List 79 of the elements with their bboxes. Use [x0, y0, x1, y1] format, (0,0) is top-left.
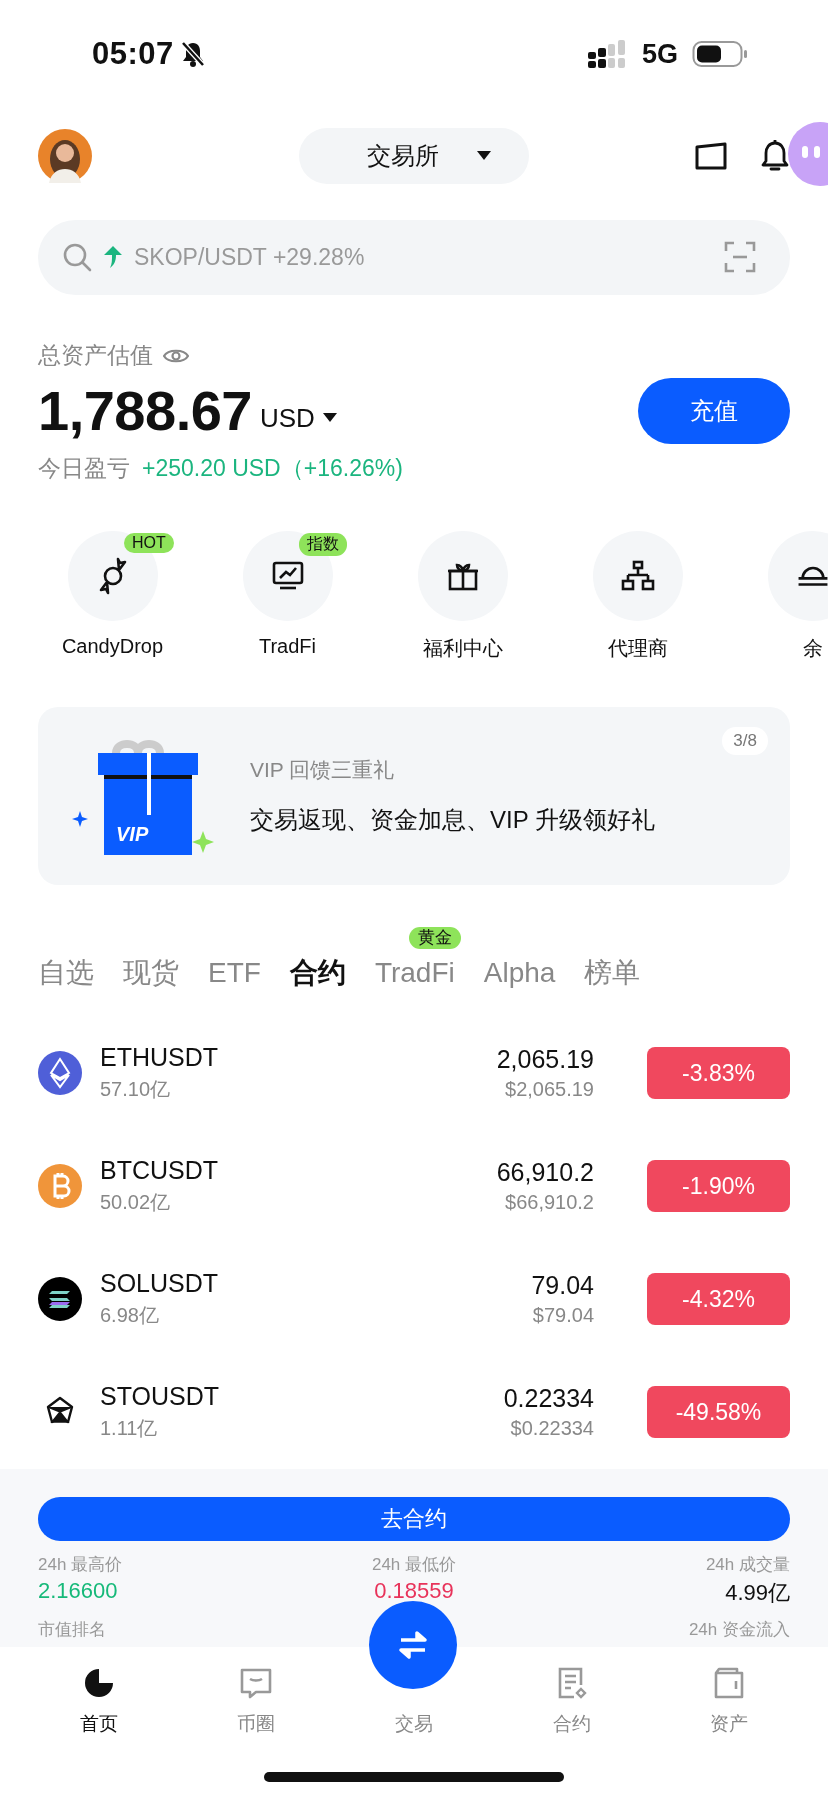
market-tab[interactable]: 合约: [289, 953, 346, 992]
price: 2,065.19: [496, 1045, 594, 1075]
search-field[interactable]: SKOP/USDT +29.28%: [38, 219, 790, 295]
total-assets-label: 总资产估值: [38, 341, 153, 371]
change-badge: -4.32%: [647, 1273, 790, 1326]
volume: 50.02亿: [100, 1190, 172, 1216]
exchange-selector[interactable]: 交易所: [299, 127, 529, 184]
search-icon[interactable]: [62, 242, 92, 273]
price: 0.22334: [503, 1384, 594, 1414]
usd-price: $79.04: [532, 1304, 594, 1328]
banner-text: 交易返现、资金加息、VIP 升级领好礼: [250, 805, 655, 836]
scale-icon: [796, 564, 828, 587]
badge: 黄金: [408, 926, 461, 949]
clock-time: 05:07: [92, 36, 174, 73]
stat-label: 24h 资金流入: [688, 1618, 790, 1641]
notification-icon[interactable]: [760, 138, 790, 173]
nav-tab[interactable]: 首页: [73, 1646, 124, 1762]
market-tab[interactable]: 榜单: [584, 953, 641, 992]
market-tab[interactable]: ETF: [208, 956, 261, 989]
pair-symbol[interactable]: BTCUSDT: [100, 1156, 479, 1186]
change-badge: -1.90%: [647, 1160, 790, 1213]
market-tab[interactable]: TradFi: [374, 956, 455, 989]
shortcut-label[interactable]: 余: [802, 634, 823, 662]
banner-title: VIP 回馈三重礼: [250, 757, 396, 784]
usd-price: $0.22334: [510, 1417, 594, 1441]
price: 79.04: [531, 1271, 594, 1301]
trend-up-icon: [104, 246, 122, 269]
nav-tab[interactable]: 资产: [704, 1646, 755, 1762]
deposit-button[interactable]: 充值: [638, 377, 790, 444]
badge: HOT: [124, 532, 174, 553]
ethereum-icon: [38, 1051, 82, 1096]
search-input[interactable]: SKOP/USDT +29.28%: [134, 243, 712, 271]
shortcut-label[interactable]: CandyDrop: [61, 634, 164, 658]
stat-label: 24h 最高价: [38, 1553, 124, 1576]
badge: 指数: [299, 532, 347, 556]
solana-icon: [38, 1277, 82, 1322]
total-assets-amount: 1,788.67: [38, 378, 252, 444]
bitcoin-icon: [38, 1164, 82, 1209]
volume: 57.10亿: [100, 1077, 172, 1103]
market-tab[interactable]: 现货: [123, 953, 179, 992]
bell-muted-icon: [179, 40, 206, 69]
signal-icon: [587, 40, 628, 69]
pair-symbol[interactable]: SOLUSDT: [100, 1269, 514, 1299]
caret-icon: [477, 150, 491, 161]
page-indicator: 3/8: [722, 727, 768, 756]
stat-value: 2.16600: [38, 1577, 119, 1604]
stat-label: 24h 最低价: [371, 1553, 457, 1576]
shortcut-label[interactable]: 代理商: [607, 634, 668, 662]
stat-label: 24h 成交量: [705, 1553, 790, 1576]
avatar-icon[interactable]: [38, 128, 92, 183]
go-contract-button[interactable]: 去合约: [38, 1496, 790, 1541]
stat-value: 4.99亿: [725, 1578, 790, 1607]
volume: 6.98亿: [100, 1303, 160, 1329]
shortcut-label[interactable]: TradFi: [258, 634, 316, 658]
change-badge: -49.58%: [647, 1386, 790, 1439]
volume: 1.11亿: [100, 1416, 159, 1442]
nav-tab[interactable]: 币圈: [231, 1646, 282, 1762]
shortcut-label[interactable]: 福利中心: [422, 634, 503, 662]
network-label: 5G: [641, 38, 678, 70]
caret-icon[interactable]: [322, 412, 337, 423]
gift-label: VIP: [116, 823, 149, 847]
scan-icon[interactable]: [724, 241, 756, 274]
market-tab[interactable]: 自选: [38, 953, 94, 992]
pnl-label: 今日盈亏: [38, 454, 130, 484]
stat-value: 0.18559: [374, 1577, 454, 1604]
pair-symbol[interactable]: ETHUSDT: [100, 1043, 479, 1073]
pnl-value: +250.20 USD（+16.26%): [142, 454, 403, 484]
usd-price: $66,910.2: [505, 1191, 594, 1215]
market-tab[interactable]: Alpha: [483, 956, 556, 989]
currency-label: USD: [260, 403, 315, 435]
pair-symbol[interactable]: STOUSDT: [100, 1382, 486, 1412]
price: 66,910.2: [496, 1158, 594, 1188]
stat-label: 市值排名: [38, 1618, 106, 1641]
nav-tab[interactable]: 交易: [395, 1710, 433, 1737]
battery-icon: [692, 40, 748, 69]
nav-tab[interactable]: 合约: [546, 1646, 597, 1762]
window-icon[interactable]: [694, 140, 728, 171]
usd-price: $2,065.19: [505, 1078, 594, 1102]
change-badge: -3.83%: [647, 1047, 790, 1100]
